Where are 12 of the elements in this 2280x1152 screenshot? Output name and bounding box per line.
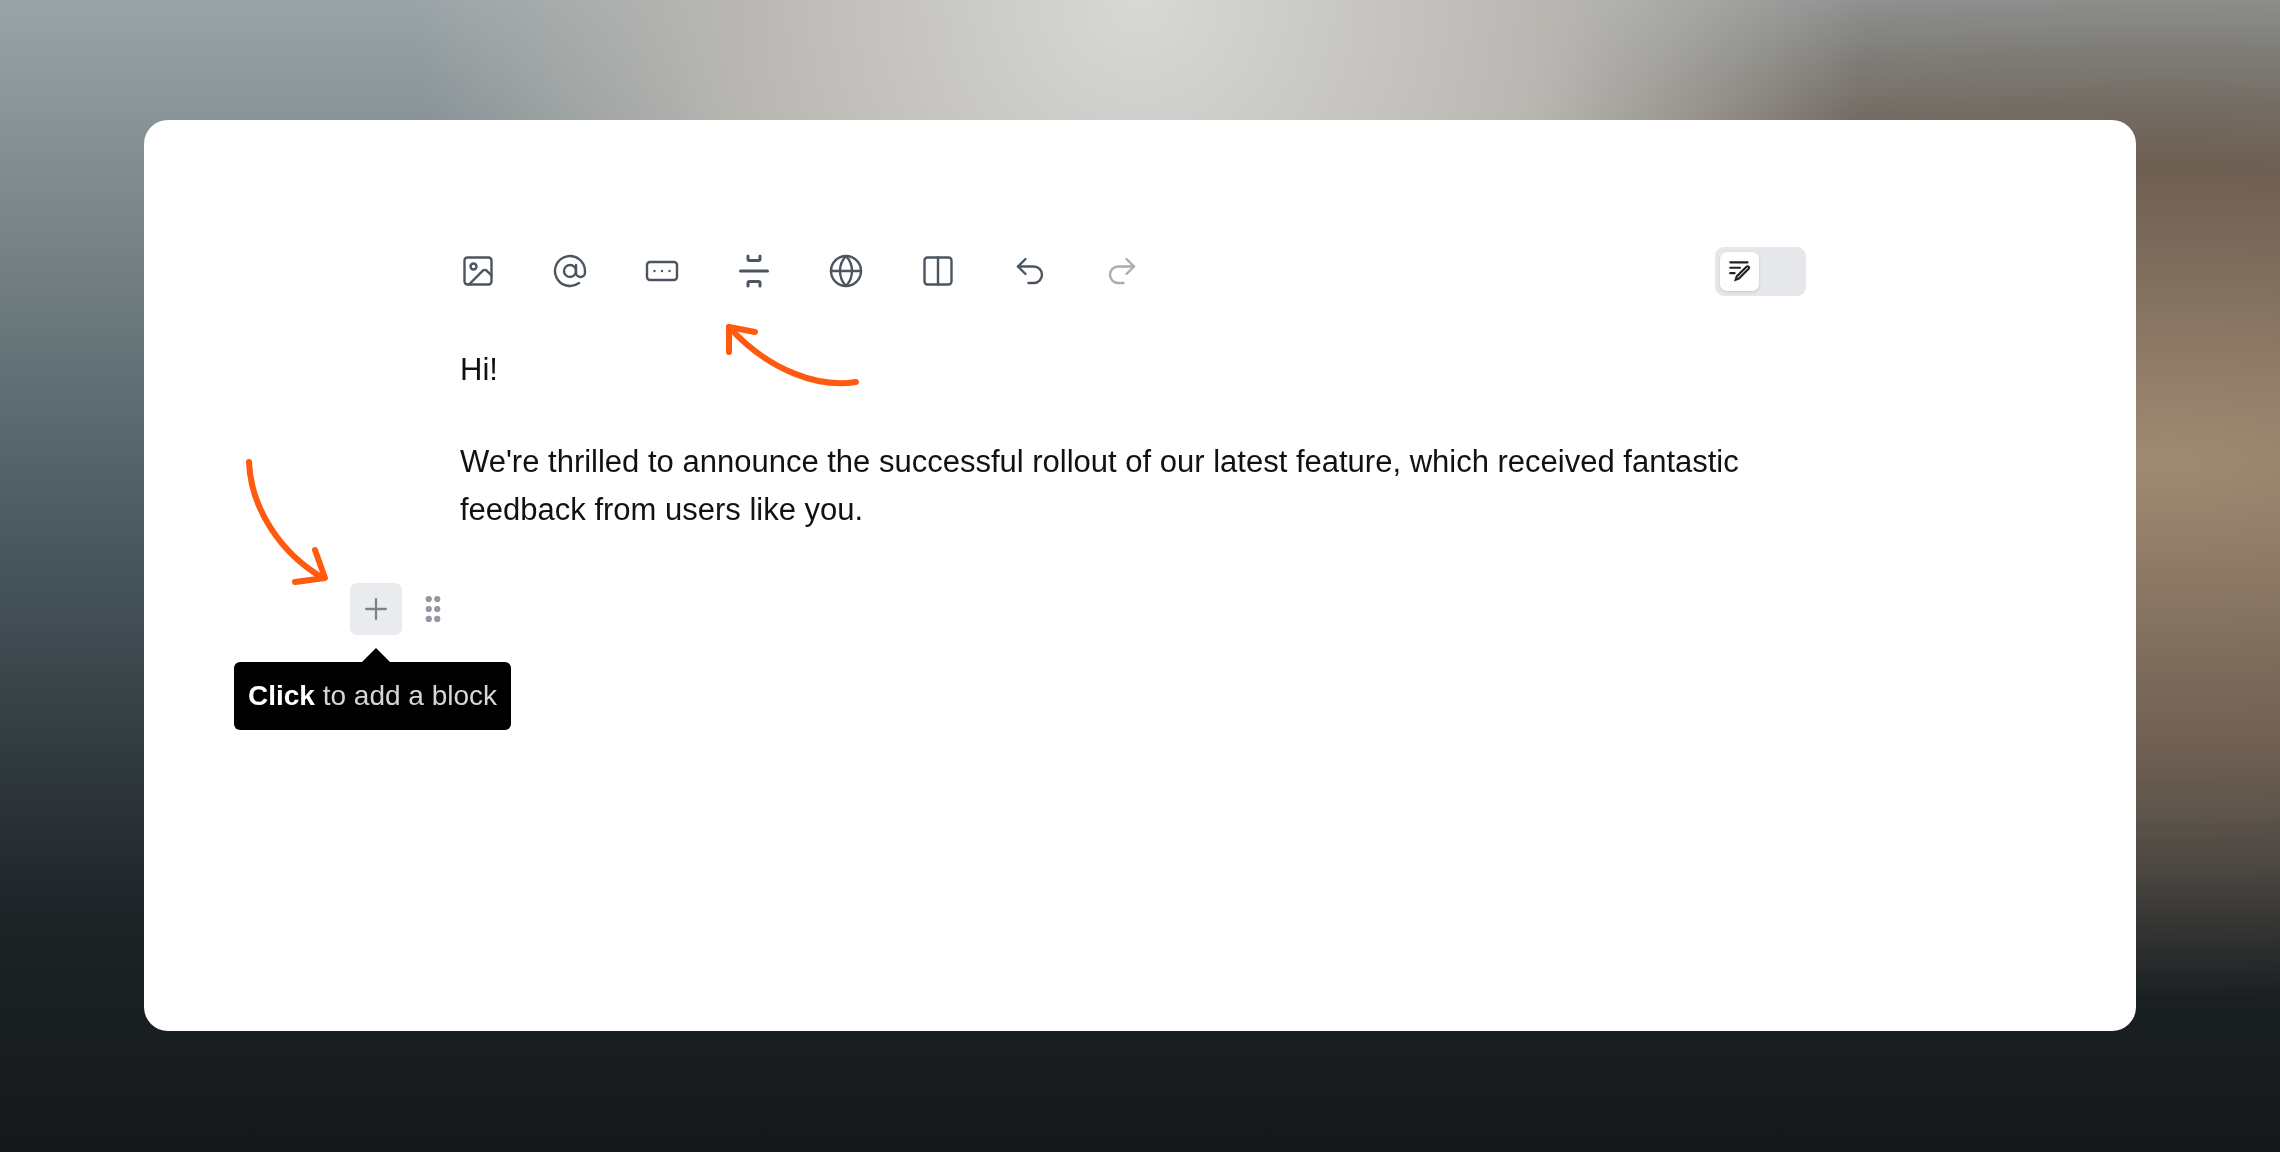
- mode-toggle[interactable]: [1715, 246, 1806, 296]
- edit-lines-icon: [1726, 258, 1753, 284]
- divider-icon[interactable]: [736, 253, 772, 289]
- columns-icon[interactable]: [920, 253, 956, 289]
- toggle-knob[interactable]: [1720, 251, 1759, 291]
- paragraph-text: We're thrilled to announce the successful rollout of our latest feature, which received fantastic feedback from users like you.: [460, 443, 1740, 529]
- globe-icon[interactable]: [828, 253, 864, 289]
- at-sign-icon[interactable]: [552, 253, 588, 289]
- add-block-button[interactable]: [350, 583, 402, 635]
- image-icon[interactable]: [460, 253, 496, 289]
- tooltip: Click to add a block: [234, 662, 512, 730]
- paragraph-text: Hi!: [460, 351, 498, 389]
